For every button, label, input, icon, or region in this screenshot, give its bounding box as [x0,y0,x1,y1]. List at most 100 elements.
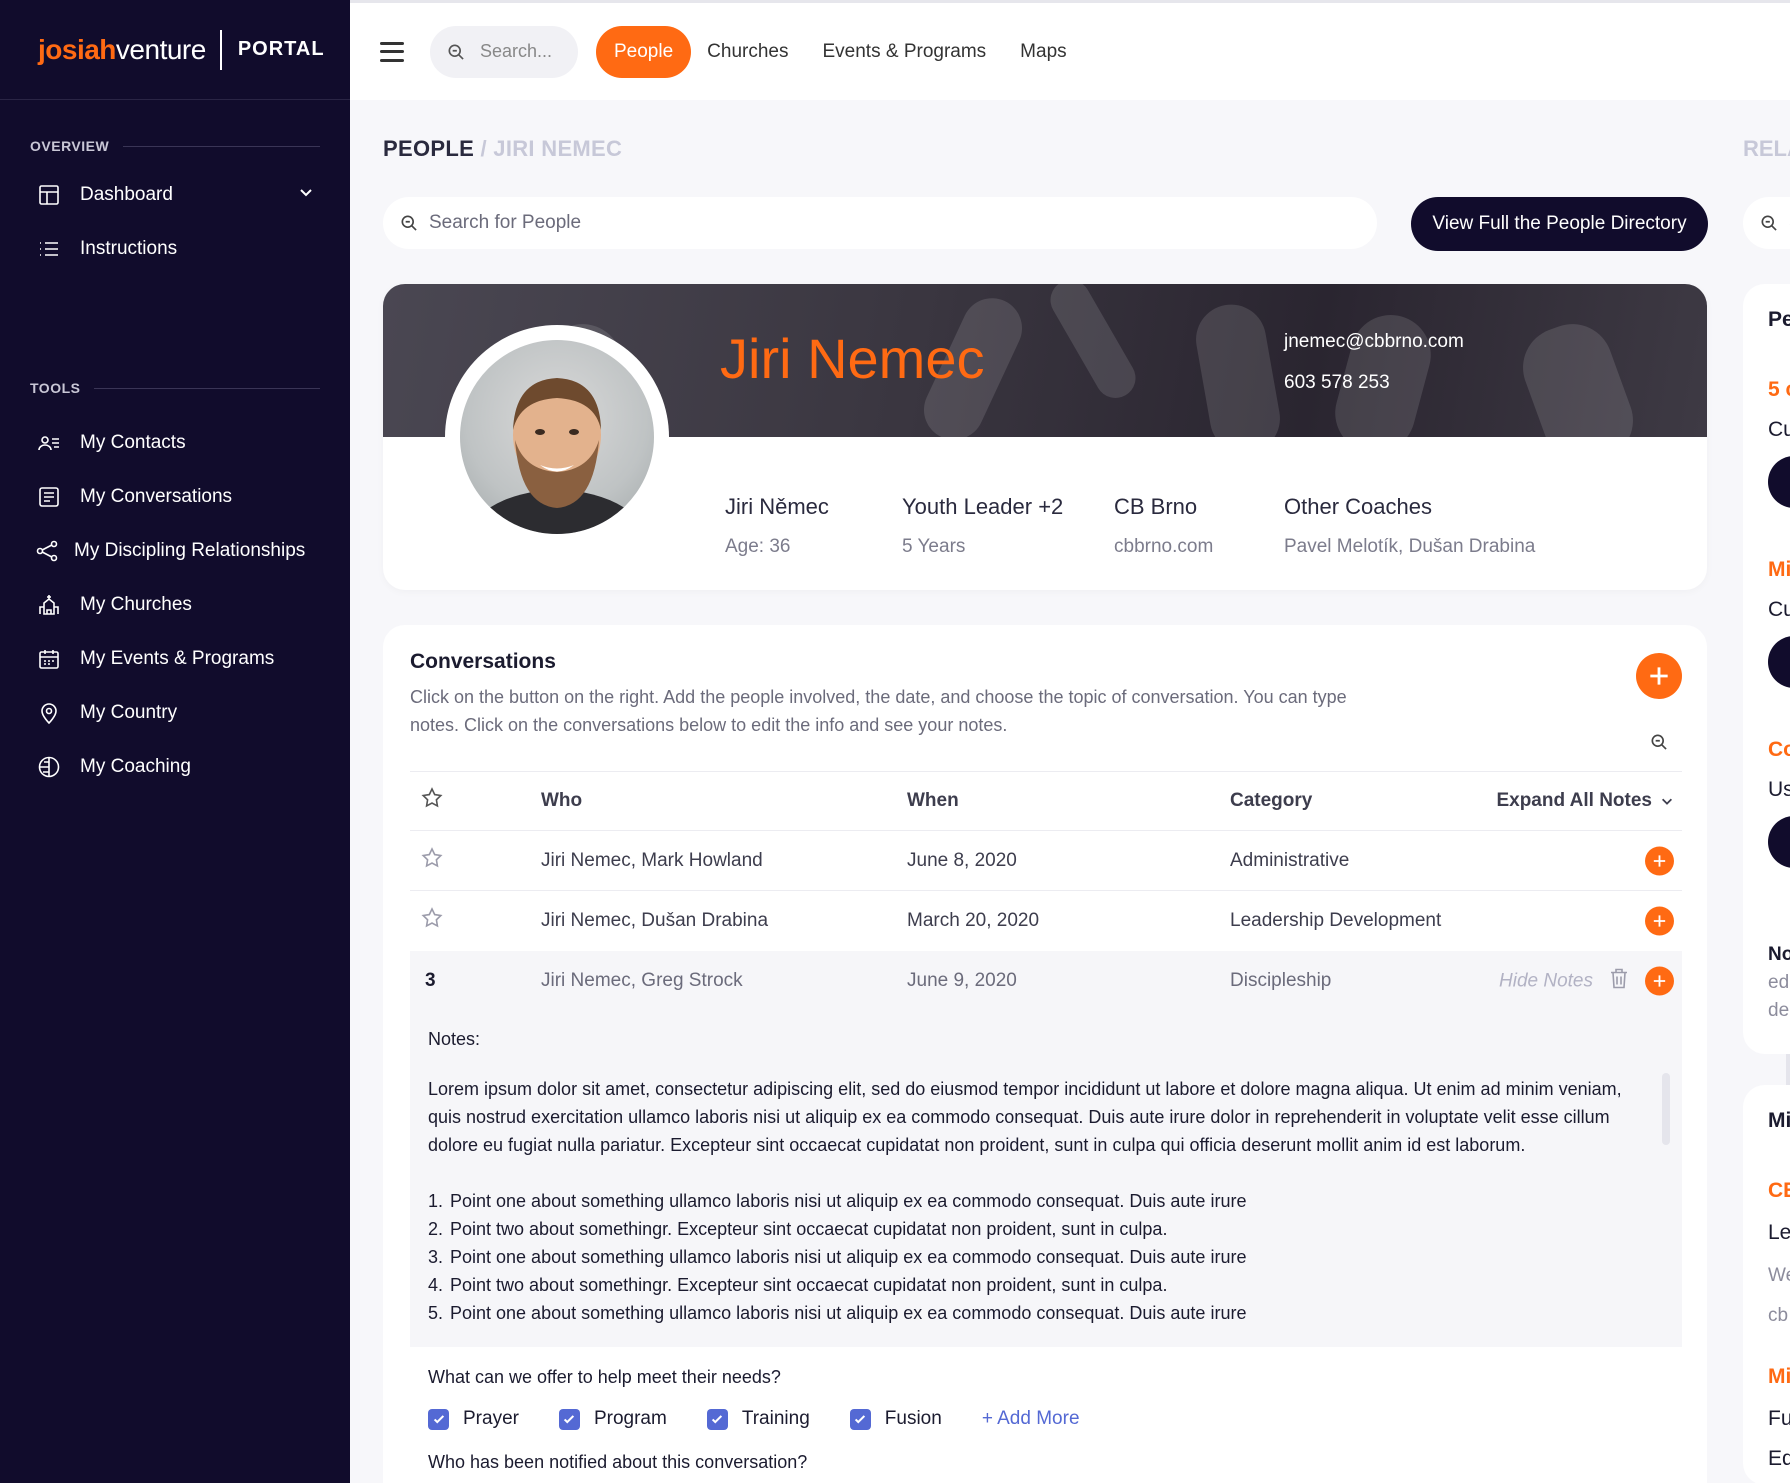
right-panel-card: Pe 5 c Cu Mi Cu Co Us No ed de [1743,284,1790,1054]
star-icon[interactable] [420,906,444,936]
notified-question: Who has been notified about this convers… [428,1452,808,1472]
checkbox-prayer[interactable]: Prayer [428,1408,519,1430]
conversations-card: Conversations Click on the button on the… [383,625,1707,1483]
sidebar-item-my-churches[interactable]: My Churches [0,578,350,632]
check-icon [855,1415,866,1424]
checkbox-training[interactable]: Training [706,1408,810,1430]
tab-people[interactable]: People [596,25,692,78]
tools-section: TOOLS [0,380,350,396]
notes-panel[interactable]: Notes: Lorem ipsum dolor sit amet, conse… [410,1011,1682,1347]
needs-question: What can we offer to help meet their nee… [428,1367,781,1387]
add-note-button[interactable] [1645,846,1674,875]
profile-role: Youth Leader +2 5 Years [902,494,1064,557]
right-panel-button[interactable] [1768,456,1790,508]
list-item: 5. Point one about something ullamco labo… [428,1303,1247,1323]
logo[interactable]: josiahventure [38,34,206,66]
conversations-table: Who When Category Expand All Notes Jiri … [410,771,1682,1473]
plus-icon [1653,975,1666,987]
right-panel-button[interactable] [1768,816,1790,868]
add-note-button[interactable] [1645,966,1674,996]
sidebar-item-my-conversations[interactable]: My Conversations [0,470,350,524]
checkbox-program[interactable]: Program [558,1408,667,1430]
notes-scrollbar[interactable] [1662,1073,1670,1145]
people-search-input[interactable]: Search for People [383,197,1377,249]
plus-icon [1653,854,1666,867]
chevron-down-icon [1662,798,1672,805]
topbar: Search... People Churches Events & Progr… [350,0,1790,100]
portrait-image [465,378,649,534]
list-item: 1. Point one about something ullamco labo… [428,1191,1247,1211]
notes-list: 1. Point one about something ullamco labo… [428,1187,1648,1327]
check-icon [564,1415,575,1424]
breadcrumb-people[interactable]: PEOPLE [383,136,474,161]
dashboard-icon [36,182,62,208]
profile-email[interactable]: jnemec@cbbrno.com [1284,331,1464,353]
header-category[interactable]: Category [1230,790,1312,812]
tab-maps[interactable]: Maps [1020,41,1066,63]
hide-notes-link[interactable]: Hide Notes [1499,970,1593,992]
notes-body: Lorem ipsum dolor sit amet, consectetur … [428,1079,1622,1155]
star-icon[interactable] [420,846,444,876]
menu-icon[interactable] [380,41,404,62]
search-icon [401,215,417,231]
plus-icon [1653,915,1666,927]
conversations-title: Conversations [410,650,556,673]
plus-icon [1650,667,1668,685]
check-icon [712,1415,723,1424]
table-row[interactable]: Jiri Nemec, Dušan Drabina March 20, 2020… [410,891,1682,951]
table-header: Who When Category Expand All Notes [410,771,1682,831]
sidebar-item-my-coaching[interactable]: My Coaching [0,740,350,794]
checkbox-fusion[interactable]: Fusion [849,1408,942,1430]
tab-events-programs[interactable]: Events & Programs [823,41,987,63]
search-conversations-icon[interactable] [1649,732,1669,757]
contacts-icon [36,430,62,456]
trash-icon[interactable] [1609,967,1629,995]
check-icon [433,1415,444,1424]
calendar-icon [36,646,62,672]
tab-churches[interactable]: Churches [707,41,788,63]
sidebar: josiahventure PORTAL OVERVIEW Dashboard … [0,0,350,1483]
profile-church: CB Brno cbbrno.com [1114,494,1214,557]
profile-phone[interactable]: 603 578 253 [1284,372,1390,394]
row-index: 3 [425,970,436,991]
add-conversation-button[interactable] [1636,653,1682,699]
sidebar-item-my-discipling-relationships[interactable]: My Discipling Relationships [0,524,350,578]
avatar[interactable] [445,325,669,549]
chevron-down-icon[interactable] [298,184,314,206]
sidebar-item-my-events[interactable]: My Events & Programs [0,632,350,686]
brand: josiahventure PORTAL [0,0,350,100]
profile-name: Jiri Nemec [720,327,985,390]
search-icon [448,44,464,60]
sidebar-item-my-country[interactable]: My Country [0,686,350,740]
conversations-icon [36,484,62,510]
breadcrumb: PEOPLE / JIRI NEMEC [383,136,623,161]
expand-all-notes-button[interactable]: Expand All Notes [1496,790,1674,812]
view-directory-button[interactable]: View Full the People Directory [1411,197,1708,251]
header-when[interactable]: When [907,790,959,812]
table-row-expanded[interactable]: 3 Jiri Nemec, Greg Strock June 9, 2020 D… [410,951,1682,1011]
right-panel-button[interactable] [1768,636,1790,688]
header-who[interactable]: Who [541,790,582,812]
top-search-input[interactable]: Search... [430,25,578,78]
right-search-input[interactable]: S [1743,197,1790,249]
list-item: 3. Point one about something ullamco labo… [428,1247,1247,1267]
list-icon [36,236,62,262]
coaching-icon [36,754,62,780]
sidebar-item-instructions[interactable]: Instructions [0,222,350,276]
location-icon [36,700,62,726]
needs-section: What can we offer to help meet their nee… [410,1347,1682,1473]
list-item: 2. Point two about somethingr. Excepteur … [428,1219,1168,1239]
notes-label: Notes: [428,1029,481,1049]
breadcrumb-current: JIRI NEMEC [493,136,623,161]
share-icon [34,538,60,564]
right-panel-card-2: Mi CE Le We cb Mi Fu Ed [1743,1085,1790,1483]
table-row[interactable]: Jiri Nemec, Mark Howland June 8, 2020 Ad… [410,831,1682,891]
sidebar-item-dashboard[interactable]: Dashboard [0,168,350,222]
search-icon [1761,215,1777,231]
sidebar-item-my-contacts[interactable]: My Contacts [0,416,350,470]
star-icon[interactable] [420,786,444,816]
add-more-link[interactable]: + Add More [982,1408,1080,1430]
right-panel-title: RELA [1743,136,1790,161]
portal-label: PORTAL [237,38,325,60]
add-note-button[interactable] [1645,906,1674,936]
